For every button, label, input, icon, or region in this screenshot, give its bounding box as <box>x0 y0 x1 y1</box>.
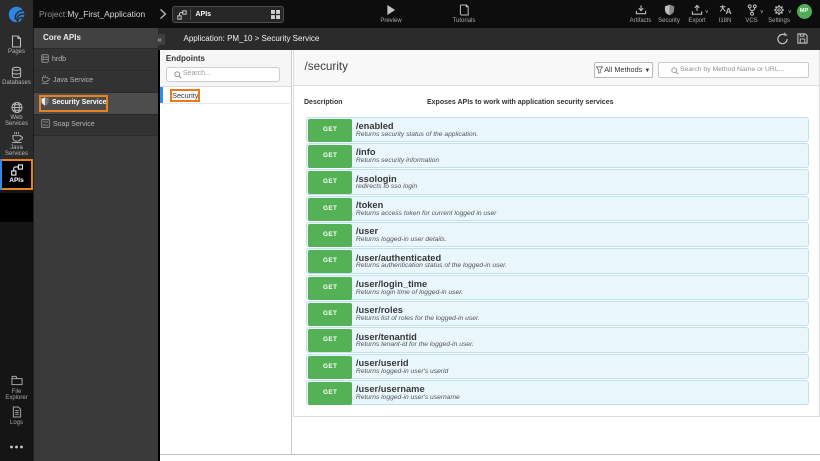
svg-text:A: A <box>725 6 731 16</box>
